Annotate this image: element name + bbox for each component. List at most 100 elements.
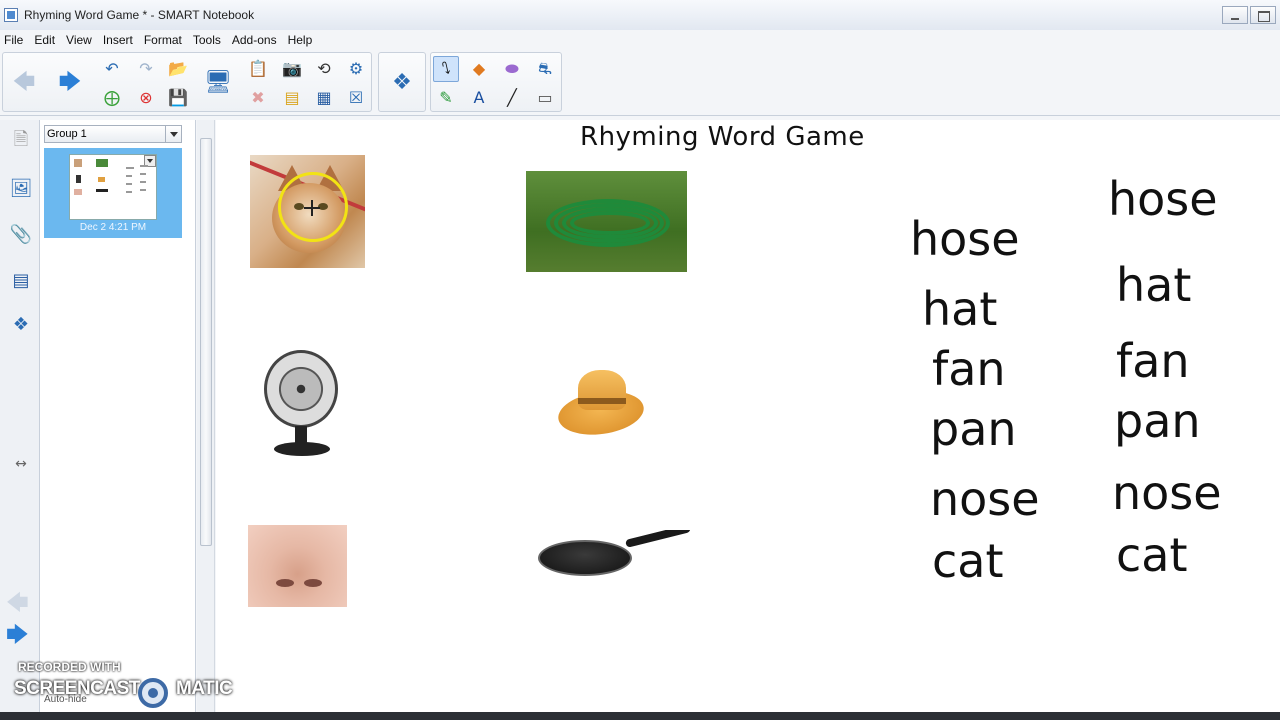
menu-addons[interactable]: Add-ons [228, 33, 284, 47]
page-thumbnail-preview [69, 154, 157, 220]
pan-image[interactable] [536, 530, 696, 580]
redo-icon[interactable]: ↷ [133, 56, 159, 82]
nostril [276, 579, 294, 587]
screen-capture-icon[interactable]: 📷 [279, 56, 305, 82]
undo-all-icon[interactable]: ⟲ [311, 56, 337, 82]
hose-coil [570, 211, 650, 235]
shapes-tool-icon[interactable]: ◆ [466, 56, 492, 82]
document-camera-icon[interactable]: ⚙ [343, 56, 369, 82]
menu-format[interactable]: Format [140, 33, 189, 47]
eraser-tool-icon[interactable]: ⬬ [499, 56, 525, 82]
chevron-down-icon[interactable] [165, 126, 181, 142]
page-thumbnail[interactable]: Dec 2 4:21 PM [44, 148, 182, 238]
save-icon[interactable]: 💾 [165, 85, 191, 111]
page-sorter-panel: Group 1 Dec 2 4:21 PM [40, 120, 196, 712]
select-tool-icon[interactable]: ⭛ [433, 56, 459, 82]
nostril [304, 579, 322, 587]
table-icon[interactable]: ▦ [311, 85, 337, 111]
minimize-button[interactable] [1222, 6, 1248, 24]
screencast-watermark: RECORDED WITH SCREENCAST MATIC [8, 660, 238, 710]
fill-tool-icon[interactable]: ⛐ [532, 56, 558, 82]
screen-shade-icon[interactable]: ▤ [279, 85, 305, 111]
fan-image[interactable] [262, 350, 342, 460]
menu-file[interactable]: File [0, 33, 30, 47]
pens-tool-icon[interactable]: ✎ [433, 85, 459, 111]
puzzle-addon-icon[interactable]: ❖ [389, 70, 415, 96]
toolbar-addon-group: ❖ [378, 52, 426, 112]
properties-tab-icon[interactable]: ▤ [6, 262, 36, 298]
word-hose-left[interactable]: hose [910, 216, 1020, 262]
fan-base [274, 442, 330, 456]
undo-icon[interactable]: ↶ [99, 56, 125, 82]
move-sidebar-icon[interactable]: ↔ [6, 446, 36, 482]
word-hat-right[interactable]: hat [1116, 262, 1191, 308]
word-cat-left[interactable]: cat [932, 538, 1004, 584]
paste-icon[interactable]: 📋 [245, 56, 271, 82]
thumb-mini-image [96, 159, 108, 167]
nose-image[interactable] [248, 525, 347, 607]
hat-crown [578, 370, 626, 410]
eraser-block-icon[interactable]: ▭ [532, 85, 558, 111]
toolbar-main-group: 🡄 🡆 ↶ ↷ 📂 ⨁ ⊗ 💾 🖥 📋 📷 ⟲ ⚙ ✖ ▤ ▦ ☒ [2, 52, 372, 112]
hat-image[interactable] [554, 364, 650, 440]
toolbar-tools-group: ⭛ ◆ ⬬ ⛐ ✎ A ╱ ▭ [430, 52, 562, 112]
thumb-mini-image [98, 177, 105, 182]
thumb-mini-text [126, 183, 132, 185]
menu-tools[interactable]: Tools [189, 33, 228, 47]
delete-page-icon[interactable]: ⊗ [133, 85, 159, 111]
window-controls [1220, 6, 1276, 24]
thumb-mini-image [96, 189, 108, 192]
attachments-tab-icon[interactable]: 📎 [6, 216, 36, 252]
toolbar: 🡄 🡆 ↶ ↷ 📂 ⨁ ⊗ 💾 🖥 📋 📷 ⟲ ⚙ ✖ ▤ ▦ ☒ ❖ ⭛ ◆ … [0, 50, 1280, 116]
next-page-arrow-icon[interactable]: 🡆 [6, 618, 29, 656]
fan-head [264, 350, 338, 428]
pan-handle [625, 530, 692, 548]
add-page-icon[interactable]: ⨁ [99, 85, 125, 111]
thumb-mini-image [74, 189, 82, 195]
window-title: Rhyming Word Game * - SMART Notebook [24, 8, 255, 22]
word-nose-right[interactable]: nose [1112, 470, 1222, 516]
menu-help[interactable]: Help [284, 33, 320, 47]
watermark-line1: RECORDED WITH [18, 660, 121, 674]
delete-icon[interactable]: ✖ [245, 85, 271, 111]
word-pan-right[interactable]: pan [1114, 398, 1201, 444]
sorter-scrollbar[interactable] [197, 120, 215, 712]
group-select[interactable]: Group 1 [44, 125, 182, 143]
word-fan-right[interactable]: fan [1116, 338, 1190, 384]
addons-tab-icon[interactable]: ❖ [6, 306, 36, 342]
previous-page-icon[interactable]: 🡄 [11, 70, 37, 96]
word-hose-right[interactable]: hose [1108, 176, 1218, 222]
word-fan-left[interactable]: fan [932, 346, 1006, 392]
watermark-line3: MATIC [176, 678, 233, 699]
menu-view[interactable]: View [62, 33, 99, 47]
thumb-mini-text [140, 173, 146, 175]
open-folder-icon[interactable]: 📂 [165, 56, 191, 82]
word-nose-left[interactable]: nose [930, 476, 1040, 522]
gallery-tab-icon[interactable]: 🖼 [6, 170, 36, 206]
hose-image[interactable] [526, 171, 687, 272]
thumb-mini-text [140, 165, 148, 167]
scrollbar-thumb[interactable] [200, 138, 212, 546]
notebook-page-canvas[interactable]: Rhyming Word Game hose hat fan pan nose … [216, 120, 1280, 712]
taskbar-edge [0, 712, 1280, 720]
thumb-mini-text [126, 191, 132, 193]
line-tool-icon[interactable]: ╱ [499, 85, 525, 111]
word-pan-left[interactable]: pan [930, 406, 1017, 452]
menu-insert[interactable]: Insert [99, 33, 140, 47]
next-page-icon[interactable]: 🡆 [57, 70, 83, 96]
notebook-app-icon [4, 8, 18, 22]
display-screen-icon[interactable]: 🖥 [204, 70, 232, 96]
page-title[interactable]: Rhyming Word Game [580, 122, 865, 152]
thumb-mini-text [140, 189, 146, 191]
maximize-button[interactable] [1250, 6, 1276, 24]
page-sorter-tab-icon[interactable]: 🗎 [6, 124, 36, 160]
menu-bar: File Edit View Insert Format Tools Add-o… [0, 30, 1280, 50]
text-tool-icon[interactable]: A [466, 85, 492, 111]
word-hat-left[interactable]: hat [922, 286, 997, 332]
thumb-mini-text [140, 181, 146, 183]
menu-edit[interactable]: Edit [30, 33, 62, 47]
screencast-logo-icon [138, 678, 168, 708]
thumb-mini-image [74, 159, 82, 167]
full-screen-icon[interactable]: ☒ [343, 85, 369, 111]
word-cat-right[interactable]: cat [1116, 532, 1188, 578]
